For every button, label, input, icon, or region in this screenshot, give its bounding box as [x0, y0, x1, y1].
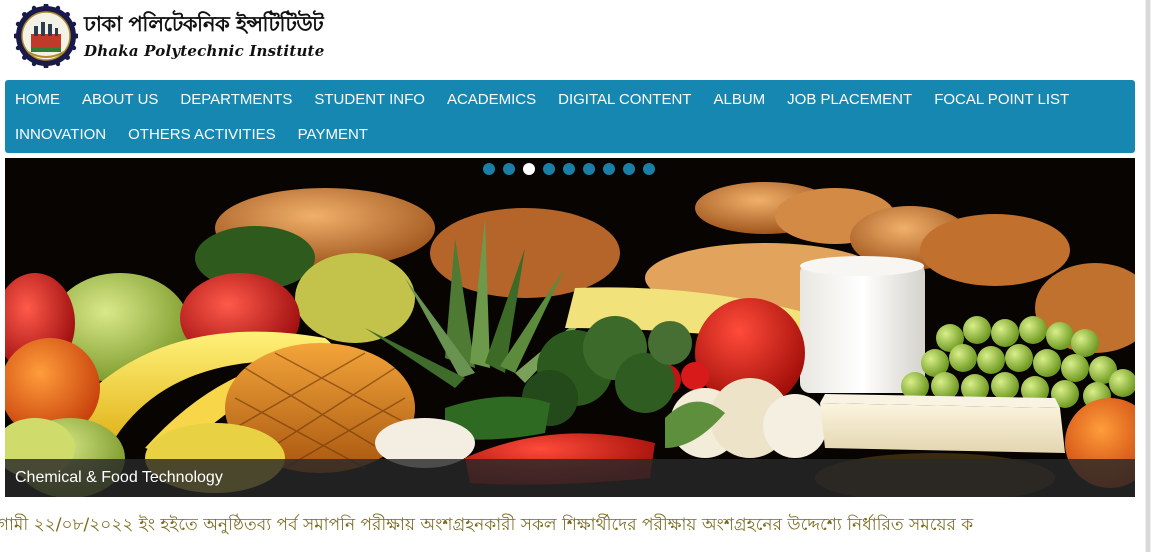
site-header: ঢাকা পলিটেকনিক ইন্সটিটিউট Dhaka Polytech…	[0, 0, 1151, 76]
slide-caption: Chemical & Food Technology	[15, 469, 223, 486]
slide-dot-1[interactable]	[483, 163, 495, 175]
vertical-scrollbar[interactable]	[1145, 0, 1151, 552]
institute-name-english: Dhaka Polytechnic Institute	[84, 42, 325, 60]
slide-dot-9[interactable]	[643, 163, 655, 175]
image-slider[interactable]: Chemical & Food Technology	[5, 158, 1135, 497]
slide-dot-4[interactable]	[543, 163, 555, 175]
nav-row-secondary: INNOVATION OTHERS ACTIVITIES PAYMENT	[5, 126, 380, 143]
nav-digital-content[interactable]: DIGITAL CONTENT	[548, 91, 703, 108]
nav-row-primary: HOME ABOUT US DEPARTMENTS STUDENT INFO A…	[5, 91, 1081, 108]
nav-departments[interactable]: DEPARTMENTS	[170, 91, 304, 108]
main-navbar: HOME ABOUT US DEPARTMENTS STUDENT INFO A…	[5, 80, 1135, 153]
nav-payment[interactable]: PAYMENT	[288, 126, 380, 143]
slide-dot-5[interactable]	[563, 163, 575, 175]
slide-dot-2[interactable]	[503, 163, 515, 175]
nav-job-placement[interactable]: JOB PLACEMENT	[777, 91, 924, 108]
slide-image-food	[5, 158, 1135, 497]
institute-name-bangla: ঢাকা পলিটেকনিক ইন্সটিটিউট	[84, 12, 324, 36]
nav-about-us[interactable]: ABOUT US	[72, 91, 170, 108]
nav-innovation[interactable]: INNOVATION	[5, 126, 118, 143]
slider-pagination	[483, 163, 655, 175]
slide-dot-8[interactable]	[623, 163, 635, 175]
nav-academics[interactable]: ACADEMICS	[437, 91, 548, 108]
slide-caption-bar: Chemical & Food Technology	[5, 459, 1135, 497]
nav-focal-point-list[interactable]: FOCAL POINT LIST	[924, 91, 1081, 108]
slide-dot-7[interactable]	[603, 163, 615, 175]
institute-logo[interactable]	[14, 4, 78, 68]
nav-student-info[interactable]: STUDENT INFO	[304, 91, 437, 108]
notice-marquee[interactable]: আগামী ২২/০৮/২০২২ ইং হইতে অনুষ্ঠিতব্য পর্…	[0, 508, 1145, 540]
scrollbar-thumb[interactable]	[1146, 0, 1150, 552]
nav-album[interactable]: ALBUM	[703, 91, 777, 108]
notice-text: আগামী ২২/০৮/২০২২ ইং হইতে অনুষ্ঠিতব্য পর্…	[0, 515, 974, 535]
nav-others-activities[interactable]: OTHERS ACTIVITIES	[118, 126, 288, 143]
slide-dot-3-active[interactable]	[523, 163, 535, 175]
slide-dot-6[interactable]	[583, 163, 595, 175]
nav-home[interactable]: HOME	[5, 91, 72, 108]
